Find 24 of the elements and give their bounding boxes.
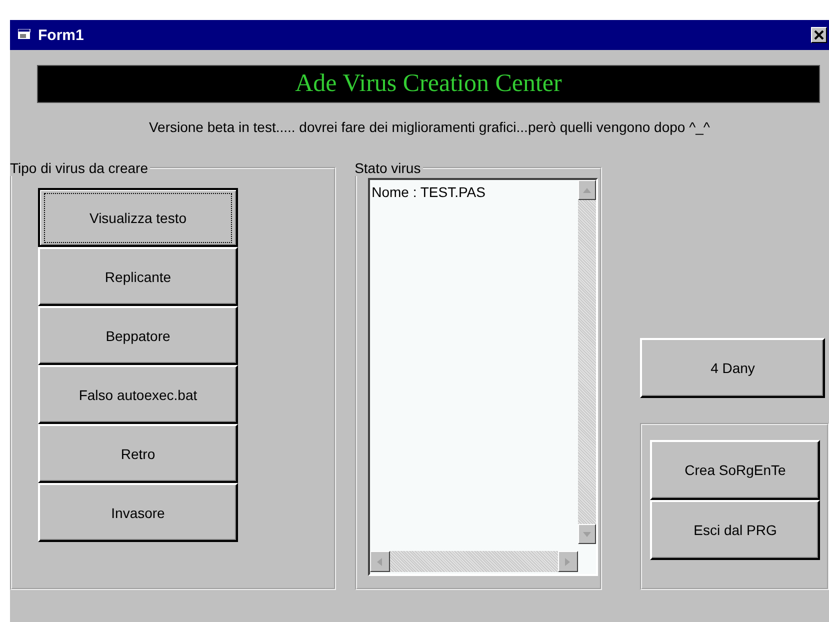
- virus-type-button[interactable]: Falso autoexec.bat: [38, 365, 238, 424]
- status-text-area[interactable]: Nome : TEST.PAS: [368, 178, 598, 576]
- virus-type-button[interactable]: Beppatore: [38, 306, 238, 365]
- form-icon: [18, 29, 32, 41]
- window-title: Form1: [38, 26, 85, 44]
- group-title: Tipo di virus da creare: [10, 160, 149, 176]
- group-title: Stato virus: [354, 160, 422, 176]
- subtitle-text: Versione beta in test..... dovrei fare dei miglioramenti grafici...però quelli vengono dopo ^_^: [148, 119, 710, 135]
- status-text: Nome : TEST.PAS: [372, 184, 486, 200]
- up-arrow-icon: [582, 188, 591, 192]
- dedication-button[interactable]: 4 Dany: [640, 338, 826, 398]
- right-arrow-icon: [565, 558, 570, 566]
- banner-title: Ade Virus Creation Center: [295, 70, 562, 98]
- virus-type-button[interactable]: Replicante: [38, 247, 238, 306]
- close-icon: [814, 30, 824, 40]
- virus-type-button[interactable]: Invasore: [38, 483, 238, 542]
- virus-type-button[interactable]: Retro: [38, 424, 238, 483]
- virus-type-button[interactable]: Visualizza testo: [38, 188, 238, 247]
- close-button[interactable]: [811, 27, 827, 43]
- action-button[interactable]: Esci dal PRG: [650, 500, 820, 560]
- action-button[interactable]: Crea SoRgEnTe: [650, 440, 820, 500]
- vertical-scrollbar[interactable]: [578, 180, 596, 544]
- down-arrow-icon: [582, 532, 591, 536]
- left-arrow-icon: [377, 558, 382, 566]
